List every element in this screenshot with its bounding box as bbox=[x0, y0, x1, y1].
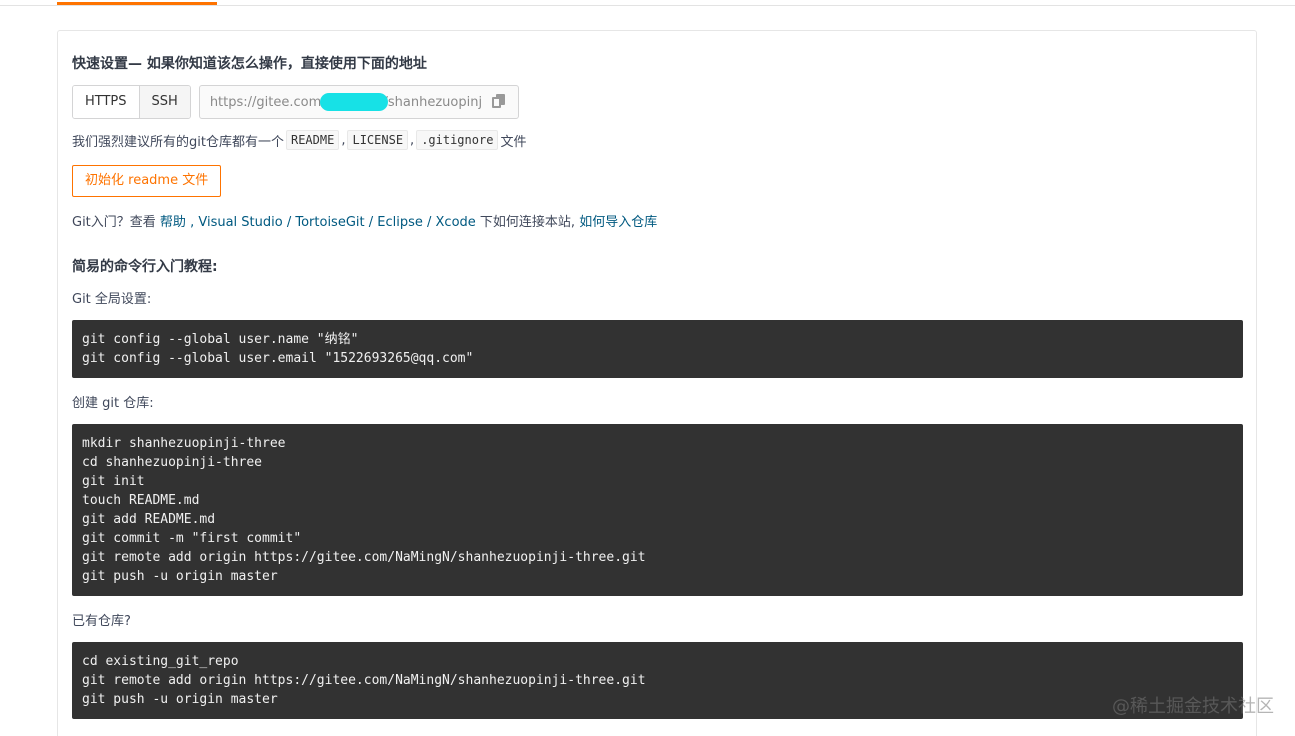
redaction-mark bbox=[319, 93, 388, 111]
xcode-link[interactable]: Xcode bbox=[436, 215, 476, 230]
https-button[interactable]: HTTPS bbox=[73, 86, 139, 118]
code-line: git config --global user.name "纳铭" bbox=[82, 332, 359, 347]
quick-setup-heading: 快速设置— 如果你知道该怎么操作，直接使用下面的地址 bbox=[72, 56, 427, 72]
help-prefix: Git入门？查看 bbox=[72, 215, 160, 230]
help-sep: / bbox=[364, 215, 378, 230]
code-line: git push -u origin master bbox=[82, 692, 278, 707]
help-sep: / bbox=[282, 215, 296, 230]
recommend-files-text: 我们强烈建议所有的git仓库都有一个 README , LICENSE , .g… bbox=[72, 130, 526, 150]
license-tag: LICENSE bbox=[347, 130, 409, 150]
global-settings-code: git config --global user.name "纳铭" git c… bbox=[72, 320, 1243, 378]
recommend-sep: , bbox=[341, 132, 346, 148]
ssh-button[interactable]: SSH bbox=[138, 86, 190, 118]
code-line: git remote add origin https://gitee.com/… bbox=[82, 673, 646, 688]
eclipse-link[interactable]: Eclipse bbox=[377, 215, 423, 230]
code-line: git init bbox=[82, 474, 145, 489]
readme-tag: README bbox=[285, 130, 340, 150]
code-line: cd shanhezuopinji-three bbox=[82, 455, 263, 470]
code-line: mkdir shanhezuopinji-three bbox=[82, 436, 286, 451]
code-line: git commit -m "first commit" bbox=[82, 531, 302, 546]
tutorial-title: 简易的命令行入门教程: bbox=[72, 259, 218, 275]
recommend-suffix: 文件 bbox=[500, 134, 527, 150]
existing-repo-label: 已有仓库? bbox=[72, 614, 131, 629]
help-middle: 下如何连接本站, bbox=[475, 215, 580, 230]
clone-url-row: HTTPS SSH bbox=[72, 85, 519, 119]
help-link[interactable]: 帮助 bbox=[160, 215, 186, 230]
code-line: git remote add origin https://gitee.com/… bbox=[82, 550, 646, 565]
active-tab-indicator bbox=[57, 2, 217, 5]
visual-studio-link[interactable]: Visual Studio bbox=[198, 215, 282, 230]
import-repo-link[interactable]: 如何导入仓库 bbox=[579, 215, 657, 230]
watermark: @稀土掘金技术社区 bbox=[1112, 696, 1274, 717]
protocol-toggle: HTTPS SSH bbox=[72, 85, 191, 119]
gitignore-tag: .gitignore bbox=[416, 130, 499, 150]
existing-repo-code: cd existing_git_repo git remote add orig… bbox=[72, 642, 1243, 719]
top-tab-bar bbox=[0, 0, 1295, 6]
code-line: git config --global user.email "15226932… bbox=[82, 351, 474, 366]
global-settings-label: Git 全局设置: bbox=[72, 292, 152, 307]
code-line: touch README.md bbox=[82, 493, 200, 508]
create-repo-code: mkdir shanhezuopinji-three cd shanhezuop… bbox=[72, 424, 1243, 596]
help-sep: , bbox=[185, 215, 199, 230]
code-line: git push -u origin master bbox=[82, 569, 278, 584]
init-readme-button[interactable]: 初始化 readme 文件 bbox=[72, 165, 222, 197]
recommend-prefix: 我们强烈建议所有的git仓库都有一个 bbox=[72, 134, 284, 150]
create-repo-label: 创建 git 仓库: bbox=[72, 396, 154, 411]
code-line: cd existing_git_repo bbox=[82, 654, 239, 669]
copy-icon[interactable] bbox=[490, 93, 508, 111]
code-line: git add README.md bbox=[82, 512, 216, 527]
recommend-sep: , bbox=[410, 132, 415, 148]
tortoisegit-link[interactable]: TortoiseGit bbox=[295, 215, 364, 230]
help-links: Git入门？查看 帮助 , Visual Studio / TortoiseGi… bbox=[72, 211, 657, 230]
clone-url-field bbox=[198, 85, 519, 119]
help-sep: / bbox=[422, 215, 436, 230]
quick-setup-panel: 快速设置— 如果你知道该怎么操作，直接使用下面的地址 HTTPS SSH 我们强… bbox=[57, 30, 1257, 736]
